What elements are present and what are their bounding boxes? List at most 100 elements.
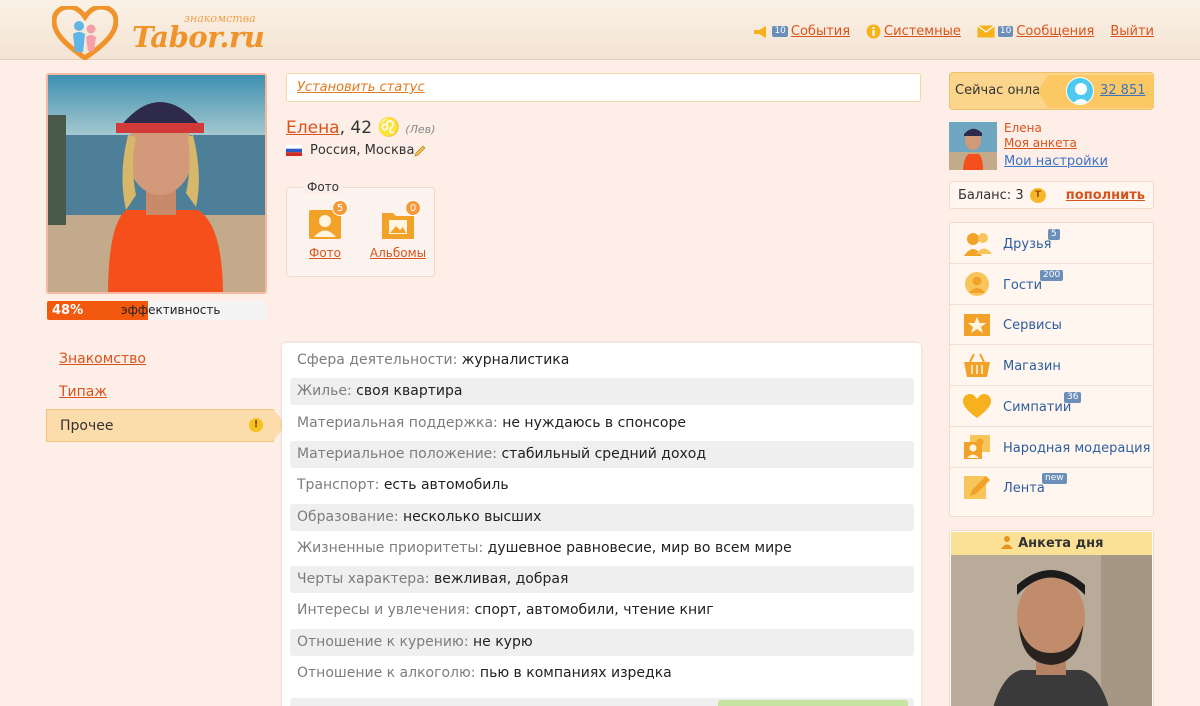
- menu-item-dating[interactable]: Знакомство: [46, 343, 286, 376]
- profile-location: Россия, Москва: [286, 143, 426, 158]
- info-row: Черты характера: вежливая, добрая: [290, 566, 914, 594]
- balance-label: Баланс: 3: [958, 188, 1024, 203]
- megaphone-icon: [754, 25, 767, 38]
- info-value: не курю: [473, 633, 533, 650]
- warning-icon: !: [249, 418, 263, 432]
- profile-photo-image: [48, 75, 265, 292]
- info-key: Материальная поддержка:: [297, 414, 498, 431]
- star-icon: [964, 314, 990, 337]
- nav-system[interactable]: Системные: [866, 24, 961, 39]
- albums-button[interactable]: 0 Альбомы: [363, 200, 433, 260]
- heart-logo-icon: [52, 6, 118, 60]
- albums-count-badge: 0: [405, 200, 421, 216]
- profile-details: Отношение к алкоголю: пью в компаниях из…: [282, 343, 921, 706]
- profile-of-day-photo[interactable]: [951, 555, 1152, 706]
- status-placeholder: Установить статус: [297, 80, 425, 95]
- online-count[interactable]: 32 851: [1100, 83, 1146, 98]
- basket-icon: [964, 353, 990, 378]
- nav-messages[interactable]: 10 Сообщения: [977, 24, 1094, 39]
- location-text: Россия, Москва: [310, 143, 415, 158]
- nav-events[interactable]: 10 События: [753, 24, 850, 39]
- nav-system-label: Системные: [884, 24, 961, 39]
- sidebar-item-moderation[interactable]: Народная модерация: [950, 427, 1153, 468]
- nav-messages-badge: 10: [997, 26, 1014, 37]
- sidebar-item-heart[interactable]: Симпатии 36: [950, 386, 1153, 427]
- info-value: спорт, автомобили, чтение книг: [474, 602, 714, 619]
- effectiveness-bar: 48% эффективность: [47, 301, 266, 320]
- topup-link[interactable]: пополнить: [1066, 188, 1145, 203]
- status-input[interactable]: Установить статус: [286, 73, 921, 102]
- online-counter: Сейчас онлайн: 32 851: [949, 72, 1154, 110]
- info-value: пью в компаниях изредка: [479, 665, 672, 681]
- info-key: Жилье:: [297, 383, 352, 400]
- info-value: своя квартира: [356, 383, 463, 400]
- menu-item-other[interactable]: Прочее !: [46, 409, 286, 442]
- info-value: журналистика: [461, 352, 570, 368]
- info-row: Жилье: своя квартира: [290, 378, 914, 406]
- info-row: Жизненные приоритеты: душевное равновеси…: [290, 535, 914, 562]
- photos-panel-title: Фото: [303, 180, 344, 194]
- info-key: Материальное положение:: [297, 445, 498, 462]
- nav-logout-label: Выйти: [1110, 24, 1154, 39]
- info-key: Отношение к алкоголю:: [297, 665, 476, 681]
- profile-section-menu: Знакомство Типаж Прочее !: [46, 343, 286, 442]
- info-row: Отношение к курению: не курю: [290, 628, 914, 656]
- friends-icon: [964, 233, 992, 256]
- user-avatar-icon: [1066, 77, 1094, 105]
- info-key: Черты характера:: [297, 571, 430, 588]
- my-avatar[interactable]: [949, 122, 997, 170]
- services-menu: Друзья 5 Гости 200 Сервисы Магазин Симпатии 36 Н…: [949, 222, 1154, 517]
- info-footer-button[interactable]: [718, 700, 908, 706]
- info-icon: [866, 24, 881, 39]
- info-value: вежливая, добрая: [433, 571, 569, 588]
- photos-count-badge: 5: [332, 200, 348, 216]
- zodiac-name: (Лев): [405, 123, 436, 136]
- zodiac-leo-icon: ♌: [377, 117, 400, 138]
- albums-button-label: Альбомы: [369, 246, 427, 260]
- nav-logout[interactable]: Выйти: [1110, 24, 1154, 39]
- envelope-icon: [977, 25, 995, 38]
- sidebar-item-star[interactable]: Сервисы: [950, 304, 1153, 346]
- info-footer-row: [290, 698, 914, 706]
- sidebar-item-label: Лента: [1003, 481, 1045, 497]
- info-row: Сфера деятельности: журналистика: [290, 347, 914, 374]
- info-value: душевное равновесие, мир во всем мире: [487, 539, 792, 556]
- profile-age: , 42: [339, 118, 373, 138]
- info-value: есть автомобиль: [383, 477, 509, 494]
- info-row: Образование: несколько высших: [290, 503, 914, 531]
- sidebar-item-badge: 5: [1048, 229, 1060, 240]
- info-key: Интересы и увлечения:: [297, 602, 471, 619]
- coin-icon: T: [1030, 188, 1046, 203]
- photos-button[interactable]: 5 Фото: [290, 200, 360, 260]
- heart-icon: [963, 393, 991, 418]
- my-profile-link[interactable]: Моя анкета: [1004, 136, 1077, 150]
- header: знакомства Tabor.ru 10 События Системные…: [0, 0, 1200, 60]
- nav-events-label: События: [790, 24, 851, 39]
- sidebar-item-guests[interactable]: Гости 200: [950, 264, 1153, 305]
- profile-name[interactable]: Елена: [286, 118, 340, 138]
- guests-icon: [965, 271, 989, 296]
- menu-item-type[interactable]: Типаж: [46, 376, 286, 409]
- info-row: Материальное положение: стабильный средн…: [290, 440, 914, 468]
- site-logo[interactable]: знакомства Tabor.ru: [52, 6, 272, 60]
- sidebar-item-label: Сервисы: [1003, 318, 1062, 334]
- sidebar-item-label: Народная модерация: [1003, 440, 1151, 456]
- sidebar-item-basket[interactable]: Магазин: [950, 345, 1153, 387]
- edit-pencil-icon[interactable]: [414, 145, 426, 157]
- profile-name-line: Елена, 42 ♌ (Лев): [286, 117, 435, 138]
- info-key: Транспорт:: [297, 477, 380, 494]
- info-row: Материальная поддержка: не нуждаюсь в сп…: [290, 410, 914, 437]
- moderation-icon: [964, 434, 990, 459]
- profile-of-day-header: Анкета дня: [951, 532, 1152, 555]
- info-key: Жизненные приоритеты:: [297, 539, 484, 556]
- logo-text: Tabor.ru: [132, 20, 265, 54]
- my-settings-link[interactable]: Мои настройки: [1004, 154, 1108, 169]
- sidebar-item-label: Гости: [1003, 277, 1043, 293]
- profile-photo[interactable]: [46, 73, 267, 294]
- info-value: стабильный средний доход: [501, 445, 707, 462]
- person-star-icon: [1000, 536, 1013, 549]
- effectiveness-label: эффективность: [121, 303, 221, 317]
- sidebar-item-friends[interactable]: Друзья 5: [950, 223, 1153, 264]
- sidebar-item-pencil[interactable]: Лента new: [950, 467, 1153, 508]
- top-navigation: 10 События Системные 10 Сообщения Выйти: [753, 24, 1154, 39]
